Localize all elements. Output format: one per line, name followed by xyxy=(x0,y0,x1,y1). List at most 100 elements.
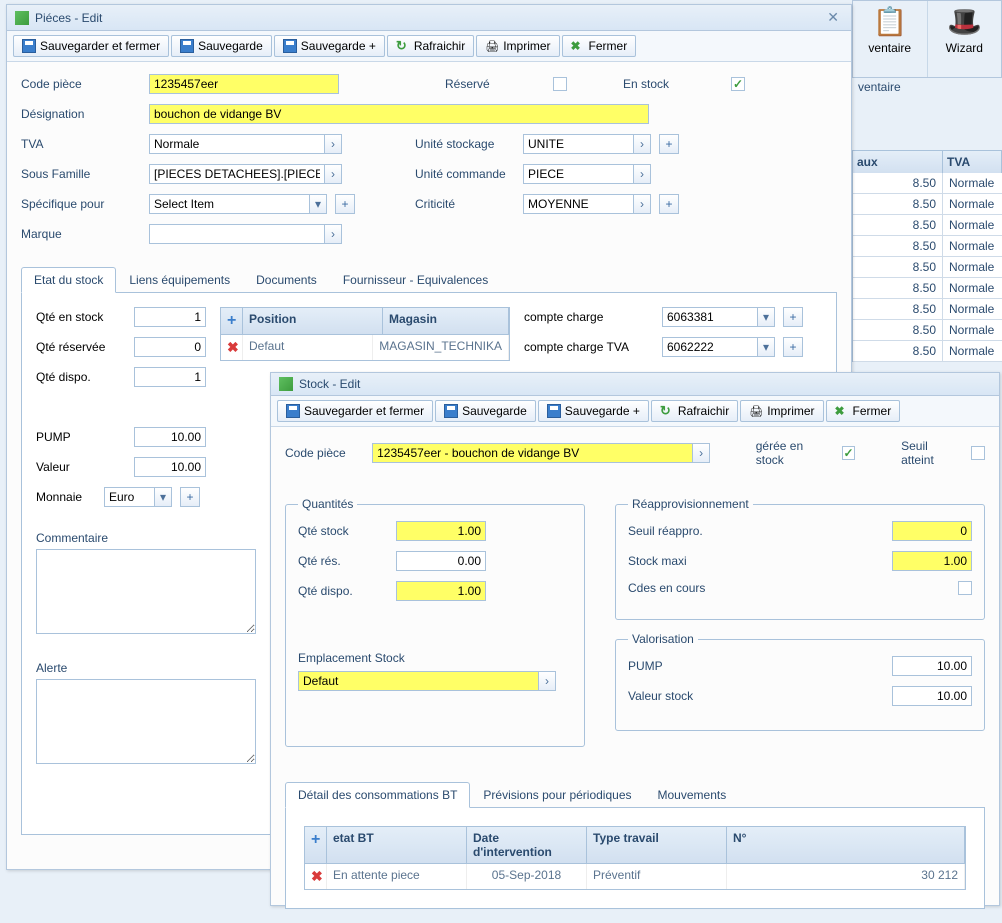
save-close-button[interactable]: Sauvegarder et fermer xyxy=(277,400,433,422)
qte-stock-input[interactable] xyxy=(134,307,206,327)
qte-dispo2-input[interactable] xyxy=(396,581,486,601)
stock-code-combo[interactable]: › xyxy=(372,443,710,463)
tva-combo[interactable]: › xyxy=(149,134,342,154)
save-plus-button[interactable]: Sauvegarde + xyxy=(274,35,385,57)
en-stock-label: En stock xyxy=(623,77,723,91)
chevron-down-icon[interactable]: › xyxy=(633,164,651,184)
tab-mouvements[interactable]: Mouvements xyxy=(645,782,740,808)
chevron-down-icon[interactable]: › xyxy=(324,164,342,184)
comment-label: Commentaire xyxy=(36,531,256,545)
tab-liens-equip[interactable]: Liens équipements xyxy=(116,267,243,293)
col-etat-bt[interactable]: etat BT xyxy=(327,827,467,863)
chevron-down-icon[interactable]: ▾ xyxy=(757,337,775,357)
refresh-button[interactable]: Rafraichir xyxy=(387,35,474,57)
geree-stock-checkbox[interactable]: ✓ xyxy=(842,446,856,460)
chevron-down-icon[interactable]: › xyxy=(692,443,710,463)
bt-grid-add-icon[interactable]: + xyxy=(311,831,320,848)
unite-cmd-combo[interactable]: › xyxy=(523,164,651,184)
bg-grid-row[interactable]: 8.50Normale xyxy=(853,194,1002,215)
bg-grid-row[interactable]: 8.50Normale xyxy=(853,257,1002,278)
bg-grid-row[interactable]: 8.50Normale xyxy=(853,236,1002,257)
valeur-input[interactable] xyxy=(134,457,206,477)
tab-fournisseur[interactable]: Fournisseur - Equivalences xyxy=(330,267,501,293)
chevron-down-icon[interactable]: ▾ xyxy=(757,307,775,327)
unite-stock-add-button[interactable]: + xyxy=(659,134,679,154)
grid-add-icon[interactable]: + xyxy=(227,312,236,329)
valeur-label: Valeur xyxy=(36,460,126,474)
print-button[interactable]: Imprimer xyxy=(476,35,559,57)
save-button[interactable]: Sauvegarde xyxy=(435,400,536,422)
marque-combo[interactable]: › xyxy=(149,224,342,244)
qte-dispo-input[interactable] xyxy=(134,367,206,387)
bg-grid-row[interactable]: 8.50Normale xyxy=(853,278,1002,299)
pump-input[interactable] xyxy=(134,427,206,447)
tab-conso-bt[interactable]: Détail des consommations BT xyxy=(285,782,470,808)
grid-delete-icon[interactable]: ✖ xyxy=(227,339,239,355)
sous-famille-combo[interactable]: › xyxy=(149,164,342,184)
refresh-button[interactable]: Rafraichir xyxy=(651,400,738,422)
chevron-down-icon[interactable]: › xyxy=(324,134,342,154)
close-icon[interactable]: ✕ xyxy=(823,9,843,26)
alerte-textarea[interactable] xyxy=(36,679,256,764)
bt-grid-delete-icon[interactable]: ✖ xyxy=(311,868,323,884)
col-type-travail[interactable]: Type travail xyxy=(587,827,727,863)
en-stock-checkbox[interactable]: ✓ xyxy=(731,77,745,91)
bg-grid-row[interactable]: 8.50Normale xyxy=(853,215,1002,236)
valeur-stock-input[interactable] xyxy=(892,686,972,706)
compte-tva-combo[interactable]: ▾ xyxy=(662,337,775,357)
code-input[interactable] xyxy=(149,74,339,94)
qte-res-input[interactable] xyxy=(134,337,206,357)
qte-stock2-input[interactable] xyxy=(396,521,486,541)
bg-grid-row[interactable]: 8.50Normale xyxy=(853,341,1002,362)
cdes-cours-checkbox[interactable] xyxy=(958,581,972,595)
spec-pour-combo[interactable]: ▾ xyxy=(149,194,327,214)
inventory-big-button[interactable]: ventaire xyxy=(853,1,928,77)
chevron-down-icon[interactable]: ▾ xyxy=(154,487,172,507)
chevron-down-icon[interactable]: ▾ xyxy=(309,194,327,214)
criticite-add-button[interactable]: + xyxy=(659,194,679,214)
bg-grid-row[interactable]: 8.50Normale xyxy=(853,173,1002,194)
chevron-down-icon[interactable]: › xyxy=(324,224,342,244)
seuil-atteint-checkbox[interactable] xyxy=(971,446,985,460)
bt-grid-row[interactable]: ✖ En attente piece 05-Sep-2018 Préventif… xyxy=(305,864,965,889)
grid-row[interactable]: ✖ Defaut MAGASIN_TECHNIKA xyxy=(221,335,509,360)
criticite-combo[interactable]: › xyxy=(523,194,651,214)
print-button[interactable]: Imprimer xyxy=(740,400,823,422)
compte-charge-combo[interactable]: ▾ xyxy=(662,307,775,327)
col-magasin[interactable]: Magasin xyxy=(383,308,509,334)
bg-grid-row[interactable]: 8.50Normale xyxy=(853,320,1002,341)
chevron-down-icon[interactable]: › xyxy=(633,194,651,214)
spec-pour-add-button[interactable]: + xyxy=(335,194,355,214)
compte-tva-add-button[interactable]: + xyxy=(783,337,803,357)
chevron-down-icon[interactable]: › xyxy=(538,671,556,691)
bg-grid-row[interactable]: 8.50Normale xyxy=(853,299,1002,320)
wizard-big-button[interactable]: Wizard xyxy=(928,1,1002,77)
monnaie-add-button[interactable]: + xyxy=(180,487,200,507)
stock-maxi-input[interactable] xyxy=(892,551,972,571)
pump2-input[interactable] xyxy=(892,656,972,676)
tab-etat-stock[interactable]: Etat du stock xyxy=(21,267,116,293)
seuil-reappro-input[interactable] xyxy=(892,521,972,541)
bg-col-aux[interactable]: aux xyxy=(853,151,943,173)
col-position[interactable]: Position xyxy=(243,308,383,334)
bg-tab-partial[interactable]: ventaire xyxy=(852,78,1002,98)
qte-res2-input[interactable] xyxy=(396,551,486,571)
chevron-down-icon[interactable]: › xyxy=(633,134,651,154)
monnaie-combo[interactable]: ▾ xyxy=(104,487,172,507)
tab-previsions[interactable]: Prévisions pour périodiques xyxy=(470,782,644,808)
unite-stock-combo[interactable]: › xyxy=(523,134,651,154)
bg-col-tva[interactable]: TVA xyxy=(943,151,1001,173)
col-numero[interactable]: N° xyxy=(727,827,965,863)
reserve-checkbox[interactable] xyxy=(553,77,567,91)
compte-charge-add-button[interactable]: + xyxy=(783,307,803,327)
close-button[interactable]: Fermer xyxy=(826,400,901,422)
close-button[interactable]: Fermer xyxy=(562,35,637,57)
comment-textarea[interactable] xyxy=(36,549,256,634)
tab-documents[interactable]: Documents xyxy=(243,267,330,293)
emplacement-combo[interactable]: › xyxy=(298,671,556,691)
save-button[interactable]: Sauvegarde xyxy=(171,35,272,57)
designation-input[interactable] xyxy=(149,104,649,124)
save-close-button[interactable]: Sauvegarder et fermer xyxy=(13,35,169,57)
col-date-interv[interactable]: Date d'intervention xyxy=(467,827,587,863)
save-plus-button[interactable]: Sauvegarde + xyxy=(538,400,649,422)
